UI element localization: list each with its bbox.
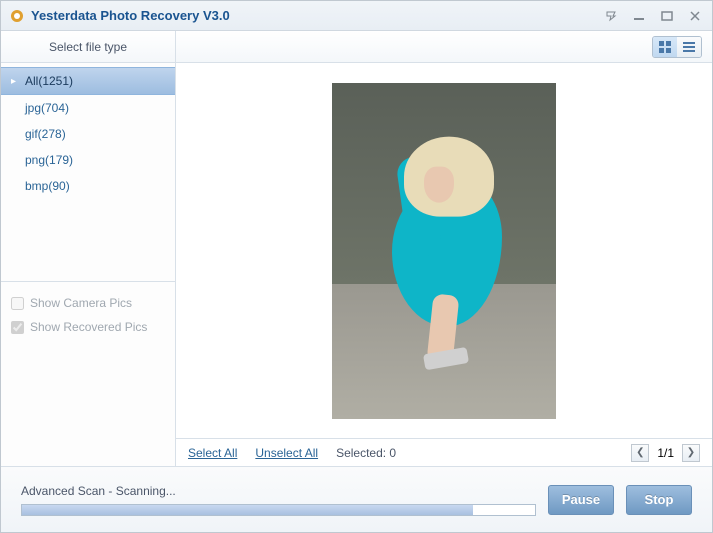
filetype-item-jpg[interactable]: jpg(704) [1,95,175,121]
pager: ❮ 1/1 ❯ [631,444,700,462]
toolbar [176,31,712,63]
show-recovered-label: Show Recovered Pics [30,320,147,334]
filetype-label: bmp(90) [25,179,70,193]
filetype-item-bmp[interactable]: bmp(90) [1,173,175,199]
progress-section: Advanced Scan - Scanning... [21,484,536,516]
sidebar-header: Select file type [1,31,175,63]
content: Select All Unselect All Selected: 0 ❮ 1/… [176,31,712,466]
progress-bar [21,504,536,516]
filetype-label: jpg(704) [25,101,69,115]
minimize-icon[interactable] [630,9,648,23]
app-title: Yesterdata Photo Recovery V3.0 [31,8,602,23]
filetype-label: png(179) [25,153,73,167]
show-camera-input[interactable] [11,297,24,310]
view-toggle [652,36,702,58]
footer: Advanced Scan - Scanning... Pause Stop [1,466,712,532]
sidebar-options: Show Camera Pics Show Recovered Pics [1,281,175,466]
titlebar: Yesterdata Photo Recovery V3.0 [1,1,712,31]
status-text: Advanced Scan - Scanning... [21,484,536,498]
show-recovered-input[interactable] [11,321,24,334]
pause-button[interactable]: Pause [548,485,614,515]
progress-fill [22,505,473,515]
preview-area [176,63,712,438]
pin-icon[interactable] [602,9,620,23]
filetype-item-png[interactable]: png(179) [1,147,175,173]
selection-bar: Select All Unselect All Selected: 0 ❮ 1/… [176,438,712,466]
unselect-all-link[interactable]: Unselect All [255,446,318,460]
stop-button[interactable]: Stop [626,485,692,515]
app-icon [9,8,25,24]
sidebar: Select file type All(1251) jpg(704) gif(… [1,31,176,466]
show-recovered-checkbox[interactable]: Show Recovered Pics [11,320,165,334]
show-camera-checkbox[interactable]: Show Camera Pics [11,296,165,310]
prev-page-button[interactable]: ❮ [631,444,649,462]
page-label: 1/1 [657,446,674,460]
filetype-label: All(1251) [25,74,73,88]
list-view-button[interactable] [677,37,701,57]
close-icon[interactable] [686,9,704,23]
grid-view-button[interactable] [653,37,677,57]
select-all-link[interactable]: Select All [188,446,237,460]
filetype-label: gif(278) [25,127,66,141]
next-page-button[interactable]: ❯ [682,444,700,462]
preview-image[interactable] [332,83,556,419]
filetype-item-all[interactable]: All(1251) [1,67,175,95]
window-controls [602,9,704,23]
maximize-icon[interactable] [658,9,676,23]
filetype-item-gif[interactable]: gif(278) [1,121,175,147]
selected-count: Selected: 0 [336,446,396,460]
filetype-list: All(1251) jpg(704) gif(278) png(179) bmp… [1,63,175,203]
main: Select file type All(1251) jpg(704) gif(… [1,31,712,466]
show-camera-label: Show Camera Pics [30,296,132,310]
